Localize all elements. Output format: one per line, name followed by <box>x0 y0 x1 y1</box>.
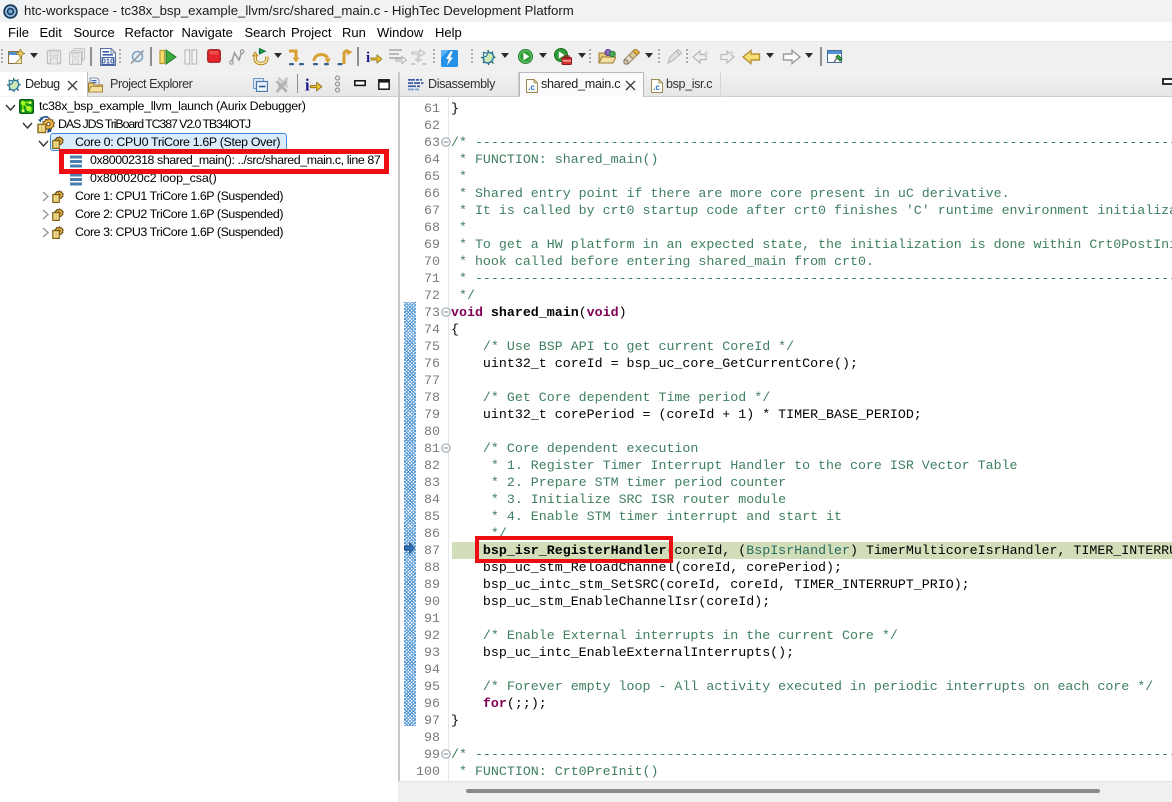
svg-text:.c: .c <box>528 83 535 92</box>
svg-text:i: i <box>366 50 370 66</box>
svg-text:010: 010 <box>102 56 115 65</box>
svg-text:.c: .c <box>653 83 660 92</box>
svg-text:i: i <box>305 75 310 94</box>
